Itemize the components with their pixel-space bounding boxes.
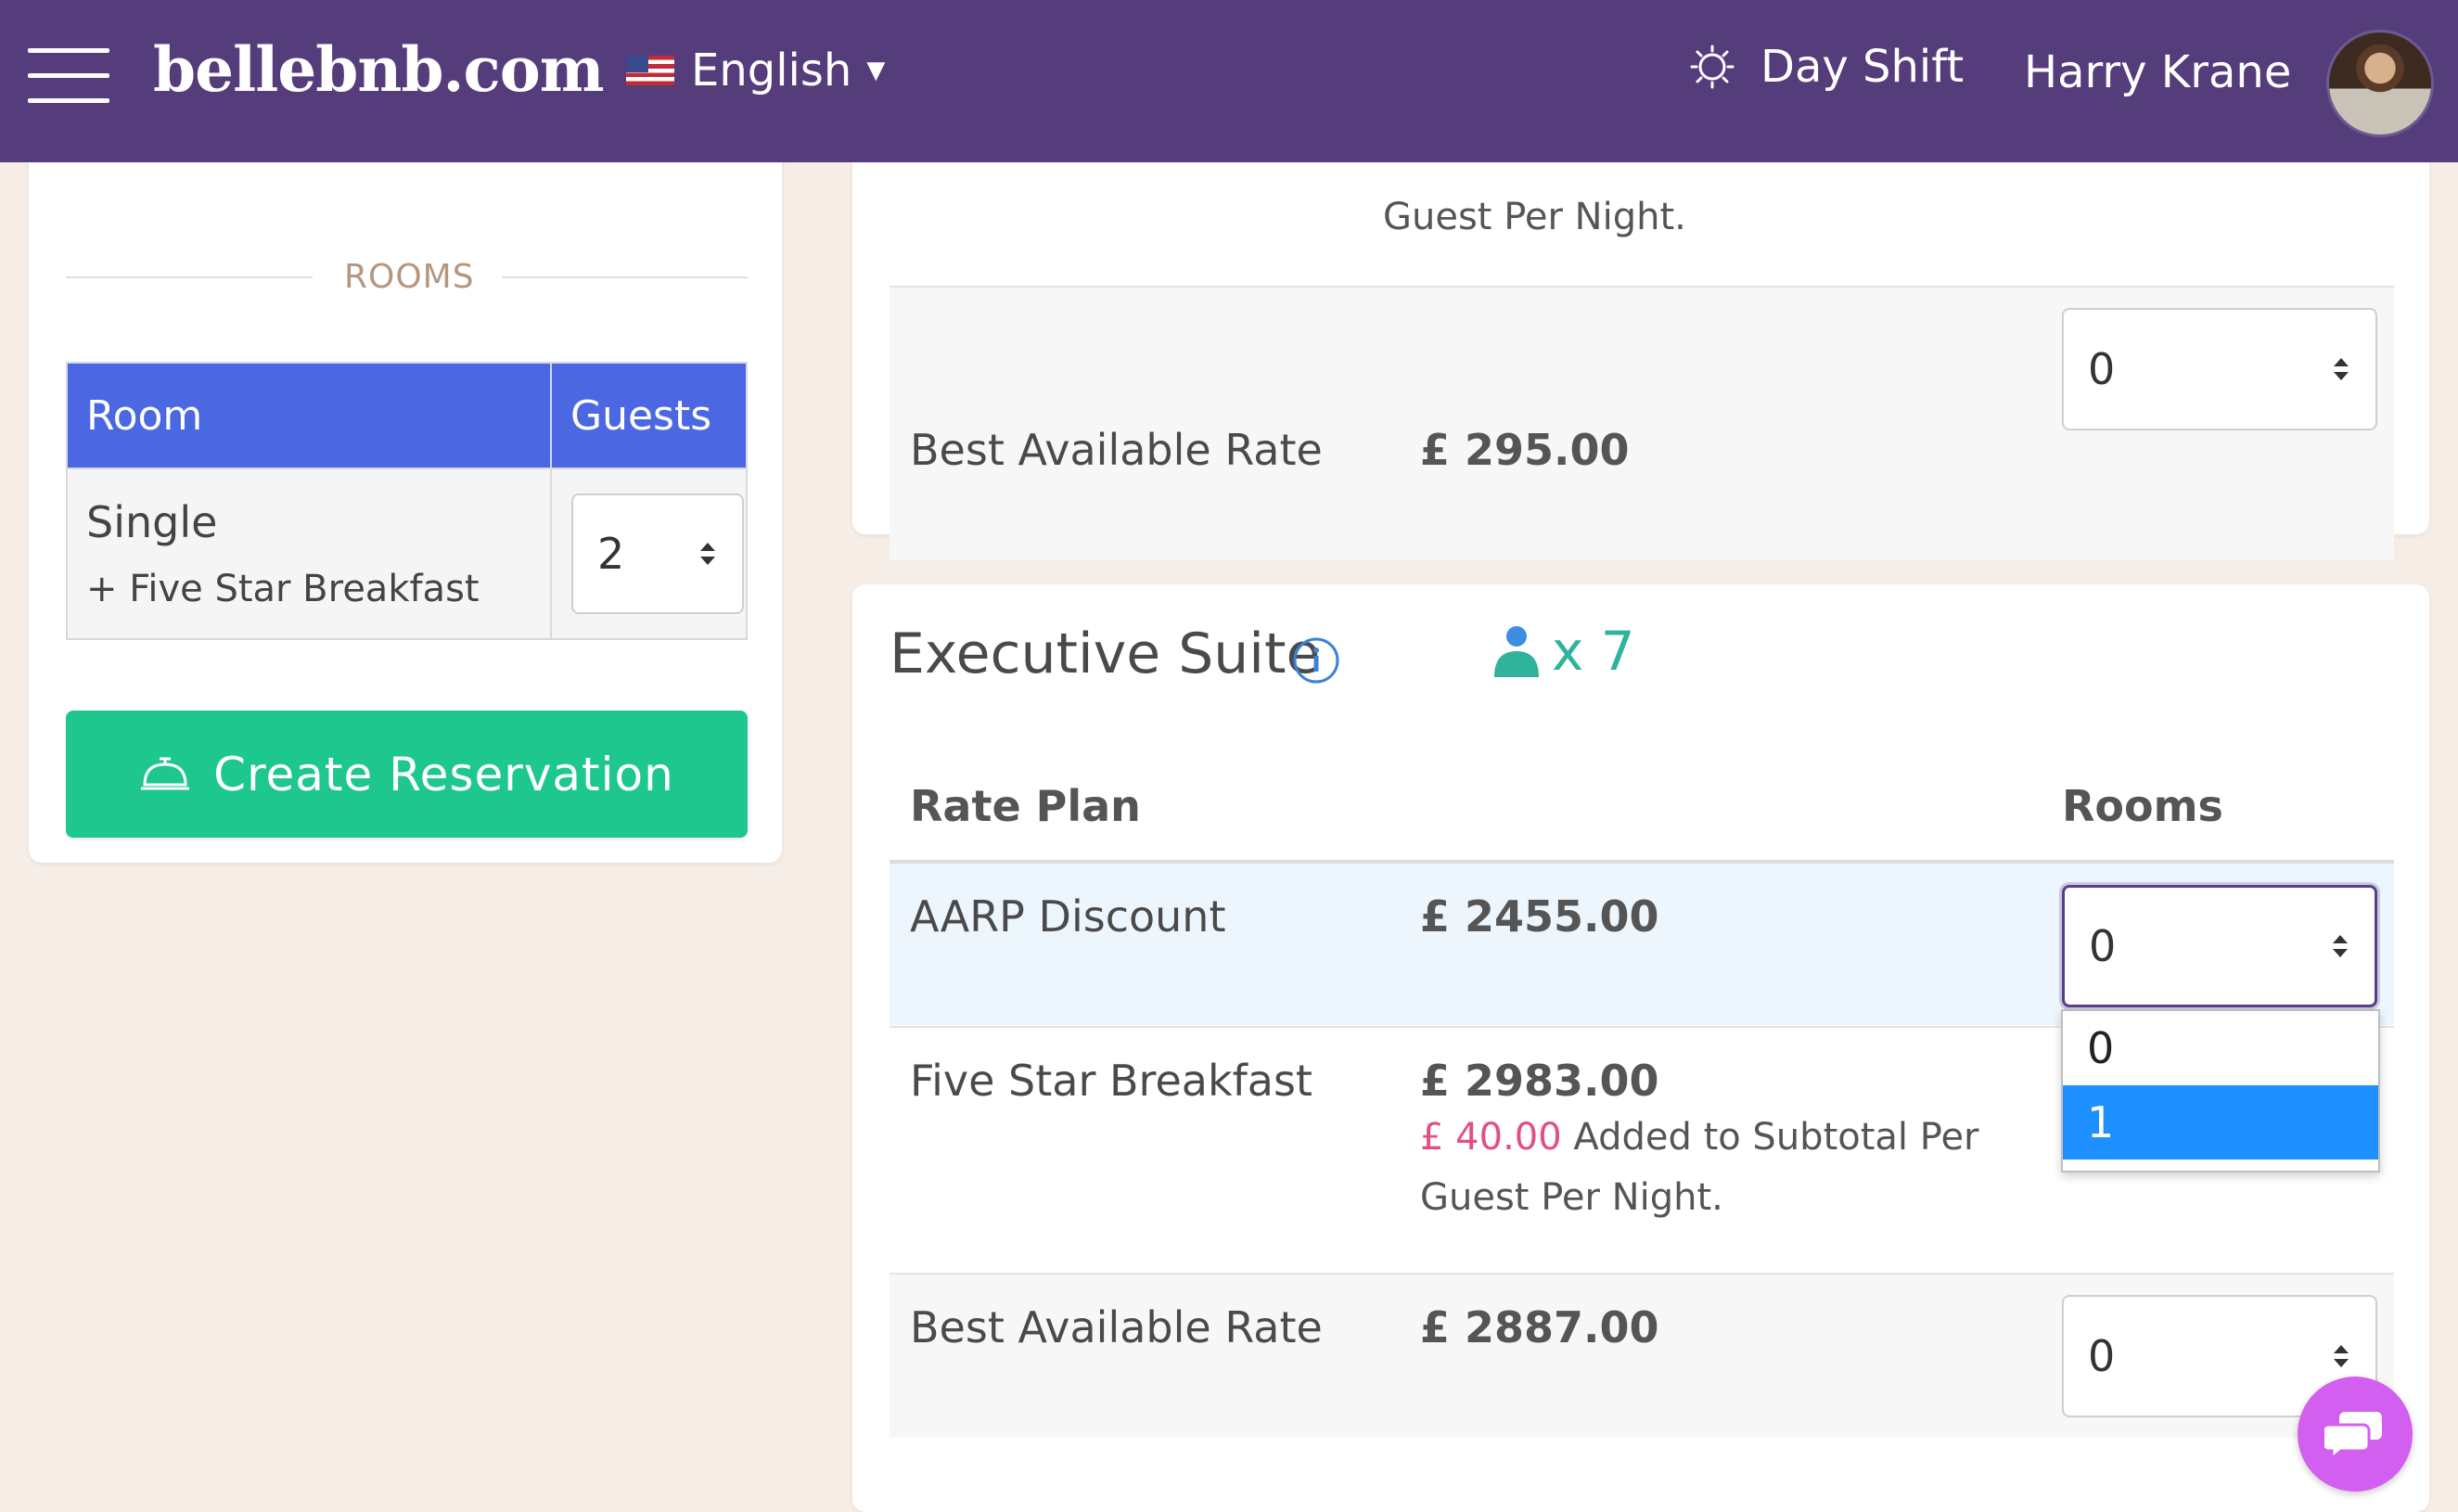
language-selector[interactable]: English ▼ — [626, 45, 885, 96]
guests-stepper[interactable]: 2 — [571, 493, 744, 614]
partial-rate-note: Guest Per Night. — [1383, 196, 1686, 238]
rate-name: AARP Discount — [910, 891, 1226, 942]
brand-logo[interactable]: bellebnb.com — [153, 33, 605, 106]
rooms-select[interactable]: 0 — [2062, 308, 2377, 430]
chat-button[interactable] — [2298, 1377, 2413, 1492]
column-header-guests: Guests — [550, 362, 748, 469]
room-type-title: Executive Suite — [890, 621, 1321, 686]
column-header-room: Room — [66, 362, 552, 469]
rooms-section-title: ROOMS — [344, 258, 475, 296]
rooms-section-header: ROOMS — [66, 258, 748, 296]
sun-icon — [1690, 45, 1735, 89]
rate-price: £ 2887.00 — [1420, 1302, 1659, 1352]
dropdown-option-0[interactable]: 0 — [2063, 1011, 2378, 1085]
info-icon[interactable] — [1292, 636, 1340, 685]
avatar[interactable] — [2326, 30, 2434, 137]
table-row: Single + Five Star Breakfast 2 — [66, 468, 748, 640]
selected-rooms-table: Room Guests Single + Five Star Breakfast… — [66, 362, 748, 640]
rate-price: £ 2983.00 — [1420, 1056, 1659, 1106]
spinner-arrows-icon — [700, 543, 715, 565]
room-name: Single — [86, 497, 218, 547]
rate-note-amount: £ 40.00 — [1420, 1116, 1562, 1159]
rate-name: Five Star Breakfast — [910, 1056, 1312, 1106]
rooms-select-aarp[interactable]: 0 — [2062, 885, 2377, 1007]
column-header-rooms: Rooms — [2062, 781, 2223, 831]
rooms-value: 0 — [2088, 344, 2116, 394]
guest-icon — [1494, 626, 1539, 677]
room-extra: + Five Star Breakfast — [86, 568, 480, 610]
top-navbar: bellebnb.com English ▼ Day Shift Harry K… — [0, 0, 2458, 162]
reservation-summary-card: ROOMS Room Guests Single + Five Star Bre… — [29, 139, 782, 863]
rate-price: £ 2455.00 — [1420, 891, 1659, 942]
chevron-down-icon: ▼ — [866, 57, 886, 84]
us-flag-icon — [626, 56, 674, 85]
guest-capacity: x 7 — [1552, 620, 1635, 683]
room-cell: Single + Five Star Breakfast — [66, 468, 552, 640]
rooms-dropdown-list: 0 1 — [2061, 1009, 2380, 1172]
user-name[interactable]: Harry Krane — [2024, 46, 2291, 98]
create-reservation-button[interactable]: Create Reservation — [66, 711, 748, 838]
rate-name: Best Available Rate — [910, 425, 1323, 475]
spinner-arrows-icon — [2334, 1345, 2349, 1367]
language-label: English — [691, 45, 852, 96]
spinner-arrows-icon — [2333, 935, 2348, 957]
rate-note: £ 40.00 Added to Subtotal Per Guest Per … — [1420, 1108, 1995, 1228]
shift-label: Day Shift — [1760, 41, 1965, 93]
spinner-arrows-icon — [2334, 358, 2349, 380]
previous-room-card: Guest Per Night. Best Available Rate £ 2… — [852, 111, 2429, 560]
rooms-value: 0 — [2088, 1331, 2116, 1381]
chat-icon — [2324, 1412, 2382, 1460]
create-reservation-label: Create Reservation — [213, 747, 674, 801]
rate-price: £ 295.00 — [1420, 425, 1630, 475]
dropdown-option-1[interactable]: 1 — [2063, 1085, 2378, 1160]
guests-cell: 2 — [550, 468, 748, 640]
guests-value: 2 — [597, 529, 625, 579]
shift-toggle[interactable]: Day Shift — [1690, 41, 1964, 93]
hamburger-icon[interactable] — [28, 48, 109, 104]
bell-icon — [141, 757, 190, 789]
rooms-value: 0 — [2089, 921, 2117, 971]
column-header-rate-plan: Rate Plan — [910, 781, 1141, 831]
rate-name: Best Available Rate — [910, 1302, 1323, 1352]
